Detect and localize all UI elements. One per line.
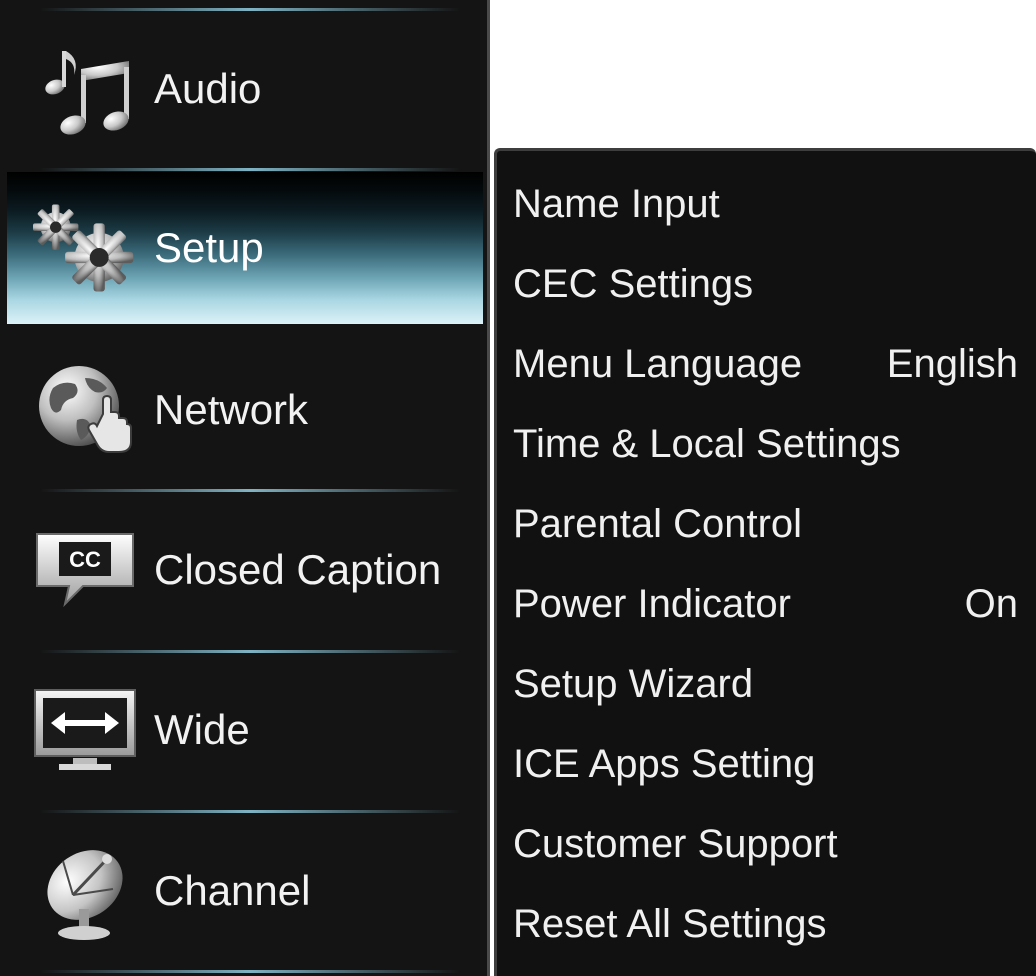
submenu-item-label: CEC Settings [513,261,754,306]
submenu-item-label: Time & Local Settings [513,421,901,466]
menu-separator [40,650,460,653]
satellite-dish-icon [33,839,137,943]
submenu-item-label: Menu Language [513,341,803,386]
main-menu: Audio Setup Network CC Closed Caption Wi… [0,0,490,976]
menu-separator [40,168,460,171]
submenu-item-parental-control[interactable]: Parental Control [513,484,1018,564]
wide-screen-icon [33,678,137,782]
submenu-item-label: Power Indicator [513,581,791,626]
menu-item-label: Channel [154,867,311,914]
submenu-item-label: Parental Control [513,501,803,546]
menu-item-label: Network [154,386,309,433]
submenu-item-reset-all-settings[interactable]: Reset All Settings [513,884,1018,964]
menu-item-audio[interactable]: Audio [7,13,483,165]
setup-submenu: Name Input CEC Settings Menu Language En… [494,148,1036,976]
cc-icon: CC [33,518,137,622]
submenu-item-ice-apps-setting[interactable]: ICE Apps Setting [513,724,1018,804]
tv-settings-screen: Audio Setup Network CC Closed Caption Wi… [0,0,1036,976]
submenu-item-power-indicator[interactable]: Power Indicator On [513,564,1018,644]
submenu-item-label: Setup Wizard [513,661,754,706]
menu-item-closed-caption[interactable]: CC Closed Caption [7,494,483,646]
music-note-icon [33,37,137,141]
menu-separator [40,8,460,11]
menu-item-label: Audio [154,65,262,112]
submenu-item-name-input[interactable]: Name Input [513,164,1018,244]
menu-separator [40,489,460,492]
menu-item-label: Setup [154,224,264,271]
submenu-item-label: ICE Apps Setting [513,741,816,786]
menu-item-label: Closed Caption [154,546,442,593]
power-indicator-value: On [964,581,1018,626]
svg-text:CC: CC [69,547,101,572]
submenu-item-label: Customer Support [513,821,838,866]
menu-separator [40,810,460,813]
menu-item-channel[interactable]: Channel [7,815,483,967]
submenu-item-label: Name Input [513,181,720,226]
submenu-item-customer-support[interactable]: Customer Support [513,804,1018,884]
gears-icon [33,196,137,300]
submenu-item-setup-wizard[interactable]: Setup Wizard [513,644,1018,724]
menu-language-value: English [886,341,1018,386]
submenu-item-label: Reset All Settings [513,901,827,946]
submenu-item-menu-language[interactable]: Menu Language English [513,324,1018,404]
menu-item-network[interactable]: Network [7,334,483,486]
submenu-item-cec-settings[interactable]: CEC Settings [513,244,1018,324]
globe-hand-icon [33,358,137,462]
submenu-item-time-local-settings[interactable]: Time & Local Settings [513,404,1018,484]
menu-item-setup[interactable]: Setup [7,172,483,324]
menu-separator [40,970,460,973]
menu-item-label: Wide [154,706,250,753]
menu-item-wide[interactable]: Wide [7,654,483,806]
